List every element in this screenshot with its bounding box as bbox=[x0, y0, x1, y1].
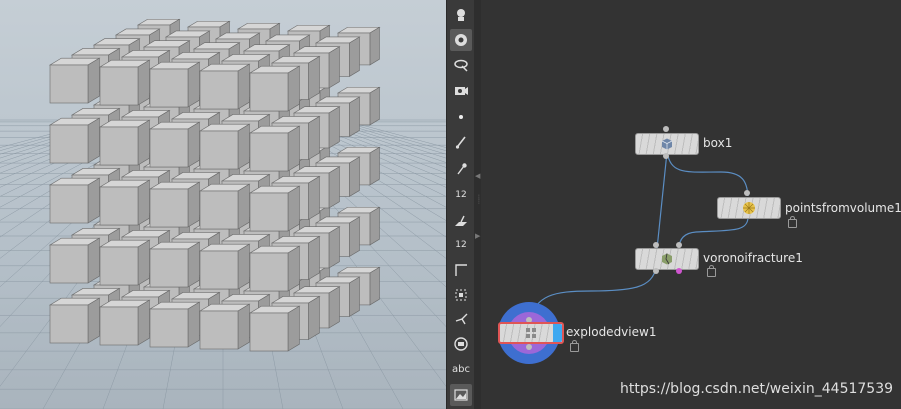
watermark-text: https://blog.csdn.net/weixin_44517539 bbox=[620, 381, 894, 397]
collapse-left-icon[interactable]: ◀ bbox=[475, 172, 480, 180]
brush-icon[interactable] bbox=[450, 132, 472, 154]
node-box1[interactable] bbox=[635, 133, 699, 155]
wire-box-to-voronoi bbox=[656, 151, 668, 250]
box1-input-port[interactable] bbox=[663, 153, 669, 159]
display-options-icon[interactable] bbox=[450, 79, 472, 101]
probe-icon[interactable] bbox=[450, 158, 472, 180]
scene-viewport[interactable] bbox=[0, 0, 446, 409]
view-tool-icon[interactable] bbox=[450, 29, 472, 51]
node-pointsfromvolume1-label: pointsfromvolume1 bbox=[785, 201, 901, 215]
background-image-icon[interactable] bbox=[450, 384, 472, 406]
point-icon[interactable] bbox=[450, 106, 472, 128]
node-explodedview1-label: explodedview1 bbox=[566, 325, 657, 339]
pin-icon[interactable] bbox=[450, 308, 472, 330]
explodedview1-lock-icon[interactable] bbox=[570, 340, 579, 352]
viewport-toolbar: 12 12 abc bbox=[446, 0, 476, 409]
text-label-text: abc bbox=[452, 363, 470, 375]
box1-output-port[interactable] bbox=[663, 126, 669, 132]
bounding-box-icon[interactable] bbox=[450, 284, 472, 306]
record-icon[interactable] bbox=[450, 333, 472, 355]
point-numbers-label: 12 bbox=[455, 190, 467, 200]
normals-icon[interactable] bbox=[450, 210, 472, 232]
box-icon bbox=[661, 138, 673, 150]
pointsfromvolume1-lock-icon[interactable] bbox=[788, 216, 797, 228]
pointsfromvolume1-input-port[interactable] bbox=[744, 190, 750, 196]
houdini-window: 12 12 abc ◀ ⋮ ⋮ ▶ box1 pointsfromvolume1… bbox=[0, 0, 901, 409]
voronoifracture1-output-port[interactable] bbox=[653, 268, 659, 274]
fractured-cubes bbox=[48, 18, 381, 352]
wire-box-to-points bbox=[666, 151, 749, 197]
explodedview1-output-port[interactable] bbox=[526, 344, 532, 350]
voronoifracture1-lock-icon[interactable] bbox=[707, 265, 716, 277]
handle-tool-icon[interactable] bbox=[450, 4, 472, 26]
network-editor[interactable]: box1 pointsfromvolume1 voronoifracture1 bbox=[481, 0, 901, 409]
primitive-numbers-icon[interactable]: 12 bbox=[450, 234, 472, 256]
primitive-numbers-label: 12 bbox=[455, 240, 467, 250]
select-mode-icon[interactable] bbox=[450, 54, 472, 76]
wire-points-to-voronoi bbox=[678, 217, 749, 250]
point-numbers-icon[interactable]: 12 bbox=[450, 184, 472, 206]
collapse-right-icon[interactable]: ▶ bbox=[475, 232, 480, 240]
fracture-icon bbox=[662, 253, 672, 265]
viewport-canvas[interactable] bbox=[0, 0, 446, 409]
pane-splitter[interactable]: ◀ ⋮ ⋮ ▶ bbox=[474, 0, 482, 409]
uv-corner-icon[interactable] bbox=[450, 259, 472, 281]
node-voronoifracture1-label: voronoifracture1 bbox=[703, 251, 803, 265]
node-explodedview1[interactable] bbox=[498, 322, 564, 344]
explode-icon bbox=[526, 328, 536, 338]
sphere-points-icon bbox=[743, 202, 755, 214]
node-pointsfromvolume1[interactable] bbox=[717, 197, 781, 219]
voronoifracture1-secondary-output-port[interactable] bbox=[676, 268, 682, 274]
node-voronoifracture1[interactable] bbox=[635, 248, 699, 270]
display-flag[interactable] bbox=[553, 324, 562, 342]
text-label-icon[interactable]: abc bbox=[450, 358, 472, 380]
node-box1-label: box1 bbox=[703, 136, 733, 150]
